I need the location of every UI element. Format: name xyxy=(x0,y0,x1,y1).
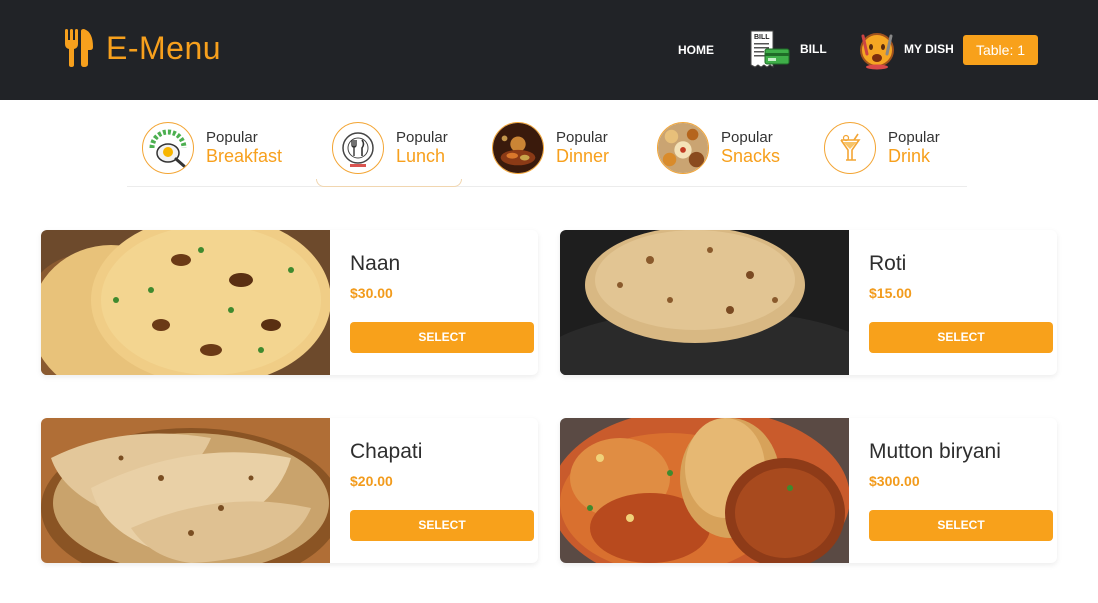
dish-card-roti: Roti $15.00 SELECT xyxy=(560,230,1057,375)
category-dinner-name: Dinner xyxy=(556,146,610,167)
eating-face-icon xyxy=(860,33,894,70)
category-breakfast-prefix: Popular xyxy=(206,129,258,147)
dish-card-chapati: Chapati $20.00 SELECT xyxy=(41,418,538,563)
category-drink[interactable]: Popular Drink xyxy=(824,120,940,176)
dish-price: $30.00 xyxy=(350,285,393,301)
category-snacks[interactable]: Popular Snacks xyxy=(657,120,780,176)
dinner-photo xyxy=(492,122,544,174)
nav-bill-link[interactable]: BILL BILL xyxy=(748,0,827,100)
top-header: E-Menu HOME BILL BILL MY DISH Table: 1 xyxy=(0,0,1098,100)
brand[interactable]: E-Menu xyxy=(64,28,221,68)
dish-price: $20.00 xyxy=(350,473,393,489)
nav-home-link[interactable]: HOME xyxy=(678,0,714,100)
drink-glass-icon xyxy=(824,122,876,174)
bill-receipt-icon: BILL xyxy=(750,30,790,68)
category-lunch-name: Lunch xyxy=(396,146,446,167)
fork-knife-icon xyxy=(65,29,93,67)
category-drink-prefix: Popular xyxy=(888,129,940,147)
category-snacks-name: Snacks xyxy=(721,146,781,167)
category-lunch-prefix: Popular xyxy=(396,129,448,147)
lunch-plate-icon xyxy=(332,122,384,174)
active-category-indicator xyxy=(316,179,462,187)
category-breakfast[interactable]: Popular Breakfast xyxy=(142,120,282,176)
select-roti-button[interactable]: SELECT xyxy=(869,322,1053,353)
select-chapati-button[interactable]: SELECT xyxy=(350,510,534,541)
category-breakfast-name: Breakfast xyxy=(206,146,283,167)
select-mutton-biryani-button[interactable]: SELECT xyxy=(869,510,1053,541)
svg-text:BILL: BILL xyxy=(754,34,770,41)
category-lunch[interactable]: Popular Lunch xyxy=(332,120,448,176)
snacks-photo xyxy=(657,122,709,174)
category-snacks-prefix: Popular xyxy=(721,129,773,147)
dish-name: Naan xyxy=(350,252,401,275)
nav-bill-label: BILL xyxy=(800,42,827,56)
table-number-badge[interactable]: Table: 1 xyxy=(963,35,1038,65)
dish-card-naan: Naan $30.00 SELECT xyxy=(41,230,538,375)
category-dinner[interactable]: Popular Dinner xyxy=(492,120,609,176)
breakfast-icon xyxy=(142,122,194,174)
roti-photo xyxy=(560,230,849,375)
category-bar: Popular Breakfast Popular Lunch Popular … xyxy=(127,100,967,187)
biryani-photo xyxy=(560,418,849,563)
dish-price: $300.00 xyxy=(869,473,920,489)
category-dinner-prefix: Popular xyxy=(556,129,608,147)
brand-name: E-Menu xyxy=(106,30,222,66)
category-drink-name: Drink xyxy=(888,146,931,167)
nav-my-dish-link[interactable]: MY DISH xyxy=(858,0,954,100)
dish-card-mutton-biryani: Mutton biryani $300.00 SELECT xyxy=(560,418,1057,563)
select-naan-button[interactable]: SELECT xyxy=(350,322,534,353)
dish-name: Mutton biryani xyxy=(869,440,1001,463)
dish-name: Chapati xyxy=(350,440,423,463)
naan-photo xyxy=(41,230,330,375)
nav-my-dish-label: MY DISH xyxy=(904,42,954,56)
chapati-photo xyxy=(41,418,330,563)
dish-name: Roti xyxy=(869,252,907,275)
dish-price: $15.00 xyxy=(869,285,912,301)
